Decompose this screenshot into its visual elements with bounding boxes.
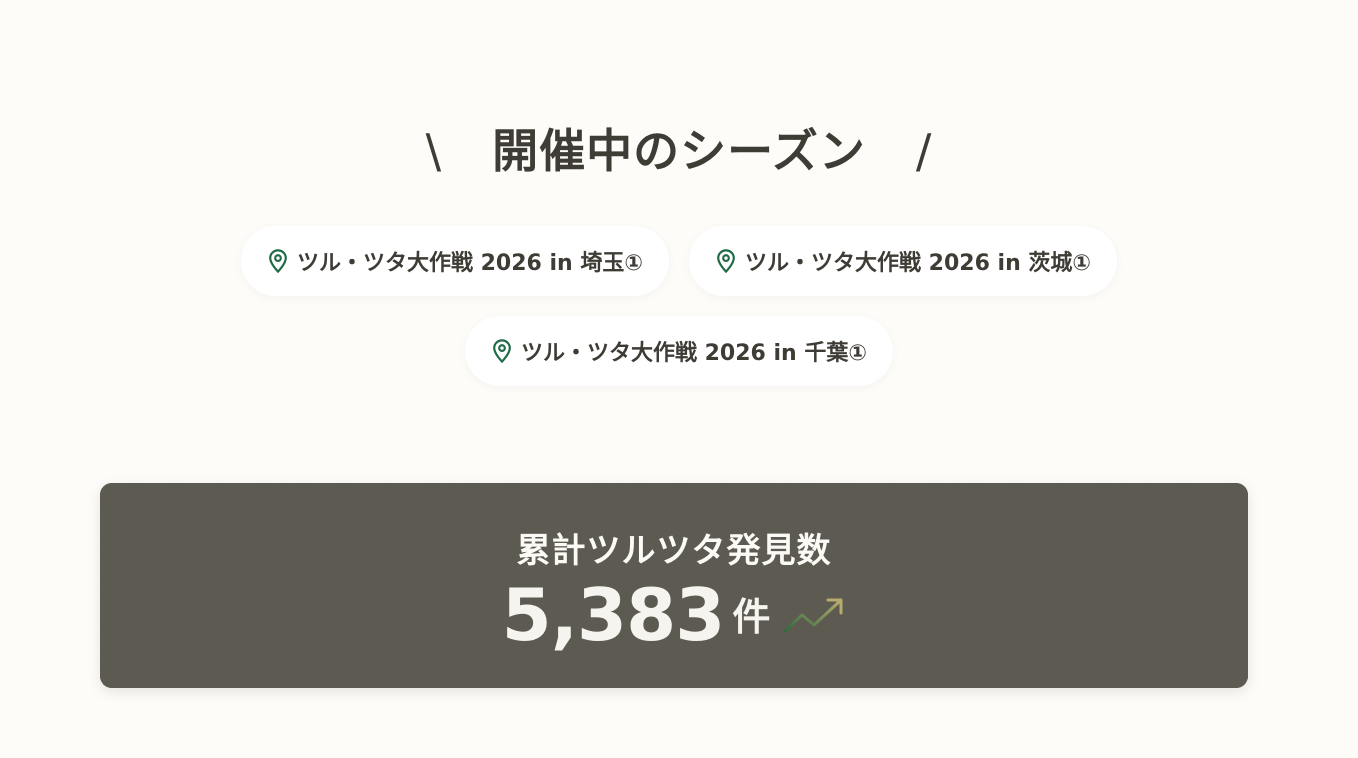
season-chip-label: ツル・ツタ大作戦 2026 in 埼玉①	[296, 251, 643, 276]
season-chip-label: ツル・ツタ大作戦 2026 in 千葉①	[520, 341, 868, 366]
season-chip-ibaraki[interactable]: ツル・ツタ大作戦 2026 in 茨城①	[689, 226, 1118, 296]
total-count-title: 累計ツルツタ発見数	[516, 531, 832, 571]
total-count-value: 5,383	[501, 573, 726, 657]
season-chip-saitama[interactable]: ツル・ツタ大作戦 2026 in 埼玉①	[240, 226, 669, 296]
heading-title: 開催中のシーズン	[492, 123, 866, 178]
season-chip-label: ツル・ツタ大作戦 2026 in 茨城①	[745, 251, 1092, 276]
section-heading: \ 開催中のシーズン /	[0, 115, 1358, 181]
heading-right-mark: /	[915, 123, 933, 178]
season-chip-chiba[interactable]: ツル・ツタ大作戦 2026 in 千葉①	[464, 316, 894, 386]
total-count-row: 5,383 件	[100, 575, 1248, 655]
trend-up-icon	[782, 595, 846, 635]
heading-left-mark: \	[425, 123, 443, 178]
location-pin-icon	[265, 248, 291, 274]
page: \ 開催中のシーズン / ツル・ツタ大作戦 2026 in 埼玉① ツル・ツタ大作戦…	[0, 0, 1358, 758]
location-pin-icon	[489, 338, 515, 364]
season-chips-row-1: ツル・ツタ大作戦 2026 in 埼玉① ツル・ツタ大作戦 2026 in 茨城…	[0, 226, 1358, 296]
season-chips-row-2: ツル・ツタ大作戦 2026 in 千葉①	[0, 316, 1358, 386]
total-count-unit: 件	[732, 595, 771, 639]
total-count-panel: 累計ツルツタ発見数 5,383 件	[100, 483, 1248, 688]
location-pin-icon	[713, 248, 739, 274]
